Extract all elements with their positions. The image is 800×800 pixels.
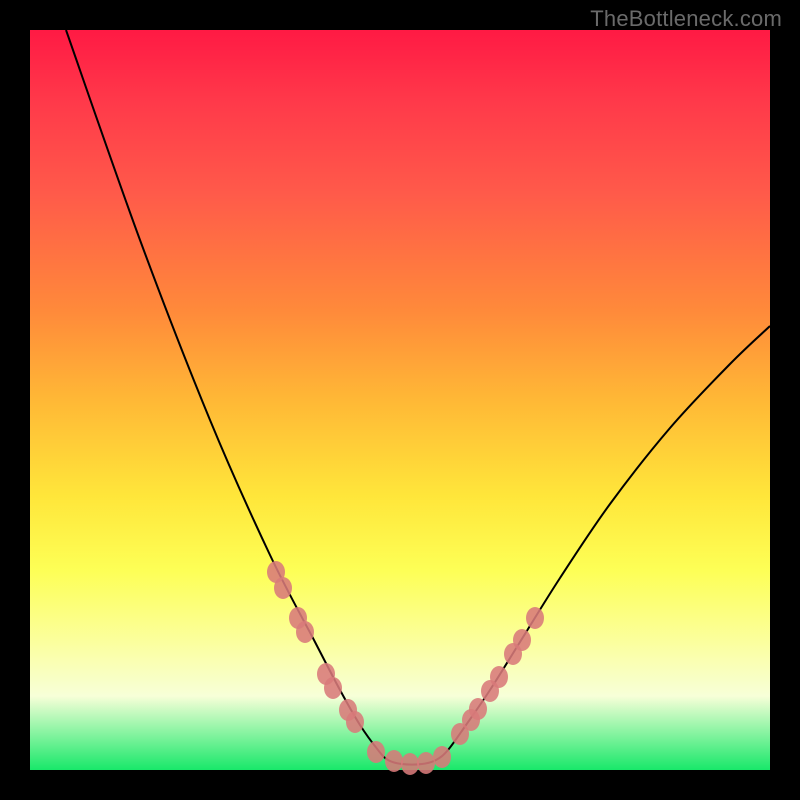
highlight-dot [513, 629, 531, 651]
highlight-dot [526, 607, 544, 629]
highlight-dot [367, 741, 385, 763]
highlight-dot [433, 746, 451, 768]
highlight-dot [490, 666, 508, 688]
watermark-label: TheBottleneck.com [590, 6, 782, 32]
highlight-dot [417, 752, 435, 774]
highlight-dot [324, 677, 342, 699]
chart-frame: TheBottleneck.com [0, 0, 800, 800]
highlight-dots-group [267, 561, 544, 775]
highlight-dot [385, 750, 403, 772]
highlight-dot [274, 577, 292, 599]
highlight-dot [296, 621, 314, 643]
bottleneck-curve [66, 30, 770, 765]
chart-plot-area [30, 30, 770, 770]
highlight-dot [469, 698, 487, 720]
chart-svg [30, 30, 770, 770]
highlight-dot [401, 753, 419, 775]
highlight-dot [346, 711, 364, 733]
